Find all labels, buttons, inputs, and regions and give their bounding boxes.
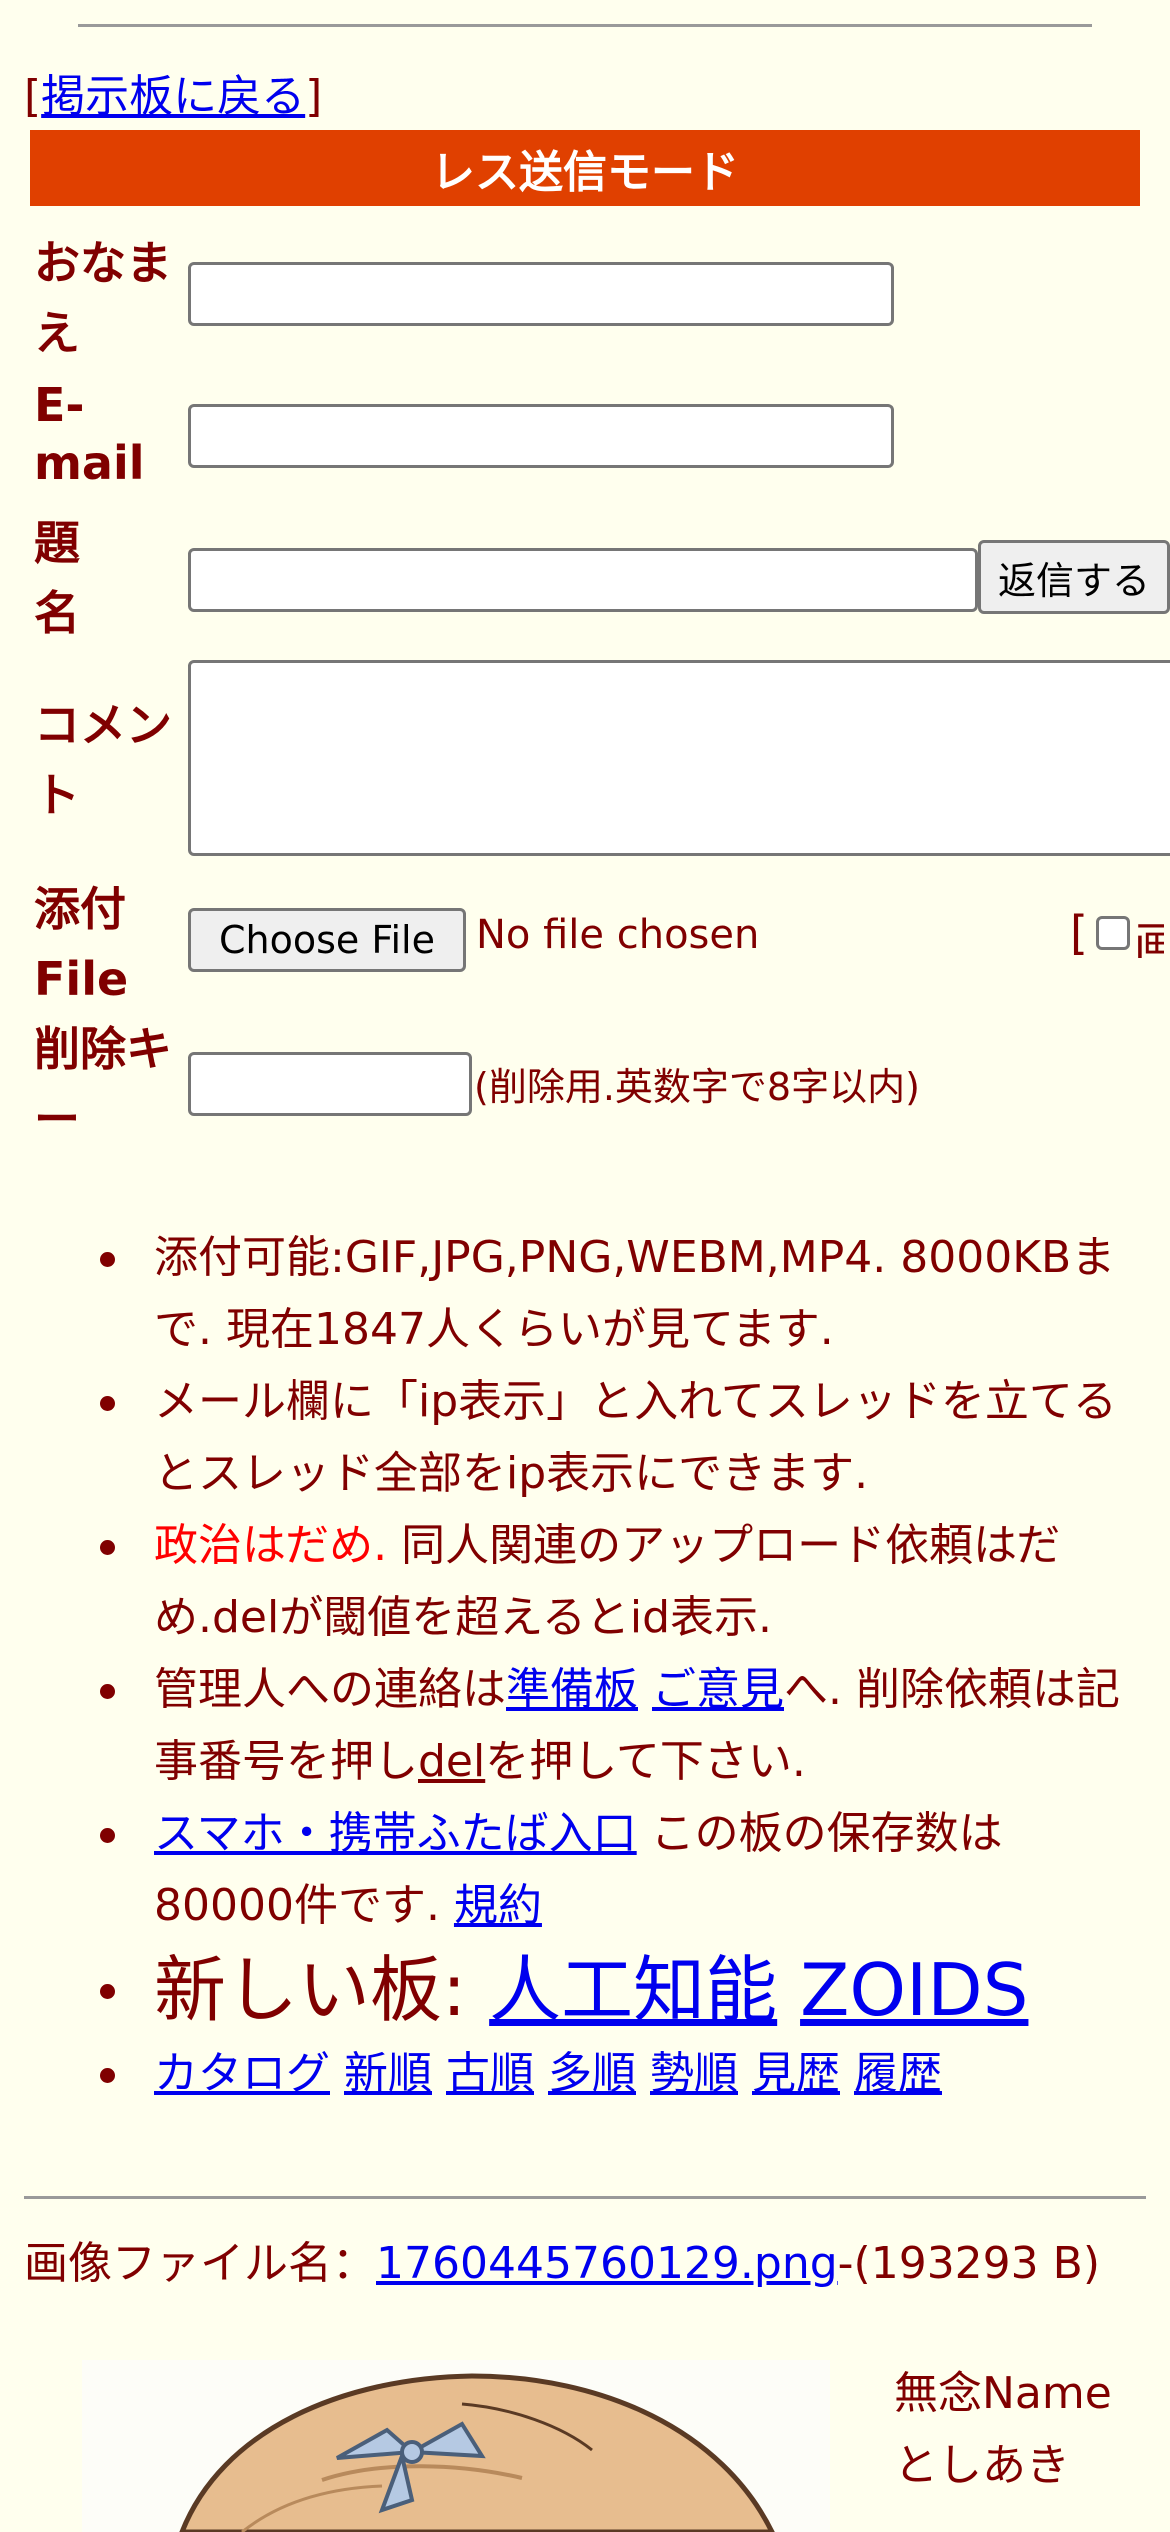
image-only-label: 画	[1133, 917, 1164, 958]
email-label: E-mail	[34, 378, 145, 490]
email-input[interactable]	[188, 404, 894, 468]
bullet-icon	[100, 1540, 115, 1555]
rule-item-attachments: 添付可能:GIF,JPG,PNG,WEBM,MP4. 8000KBまで. 現在1…	[0, 1222, 1170, 1366]
sort-newest-link[interactable]: 新順	[344, 2048, 432, 2099]
feedback-link[interactable]: ご意見	[652, 1664, 784, 1715]
post-name: 無念Name	[894, 2368, 1112, 2419]
catalog-link[interactable]: カタログ	[154, 2048, 330, 2099]
poster-name: としあき	[894, 2440, 1070, 2491]
image-file-link[interactable]: 1760445760129.png	[376, 2238, 838, 2289]
file-size: -(193293 B)	[837, 2238, 1101, 2289]
image-only-option: [ 画	[1070, 906, 1164, 960]
post-thumbnail-image[interactable]	[82, 2360, 830, 2532]
post-history-link[interactable]: 履歴	[854, 2048, 942, 2099]
rule-item-politics: 政治はだめ. 同人関連のアップロード依頼はだめ.delが閾値を超えるとid表示.	[0, 1510, 1170, 1654]
subject-label: 題名	[34, 516, 80, 640]
choose-file-button[interactable]: Choose File	[188, 908, 466, 972]
del-link[interactable]: del	[418, 1736, 485, 1787]
politics-warning: 政治はだめ.	[154, 1520, 388, 1571]
name-label: おなまえ	[34, 236, 172, 360]
terms-link[interactable]: 規約	[454, 1880, 542, 1931]
ai-board-link[interactable]: 人工知能	[489, 1948, 777, 2032]
file-label: 添付File	[34, 882, 129, 1006]
file-name-prefix: 画像ファイル名：	[24, 2238, 376, 2289]
sort-most-link[interactable]: 多順	[548, 2048, 636, 2099]
rule-text: メール欄に「ip表示」と入れてスレッドを立てるとスレッド全部をip表示にできます…	[154, 1376, 1117, 1499]
reply-submit-button[interactable]: 返信する	[978, 540, 1170, 614]
bullet-icon	[100, 1828, 115, 1843]
rule-item-contact: 管理人への連絡は準備板 ご意見へ. 削除依頼は記事番号を押しdelを押して下さい…	[0, 1654, 1170, 1798]
no-file-chosen-text: No file chosen	[476, 912, 760, 958]
zoids-board-link[interactable]: ZOIDS	[800, 1948, 1028, 2032]
image-file-info: 画像ファイル名：1760445760129.png-(193293 B)	[24, 2234, 1150, 2294]
rule-item-mobile: スマホ・携帯ふたば入口 この板の保存数は80000件です. 規約	[0, 1798, 1170, 1942]
rule-item-ip-display: メール欄に「ip表示」と入れてスレッドを立てるとスレッド全部をip表示にできます…	[0, 1366, 1170, 1510]
rule-text: 添付可能:GIF,JPG,PNG,WEBM,MP4. 8000KBまで. 現在1…	[154, 1232, 1116, 1355]
back-to-board-link[interactable]: 掲示板に戻る	[41, 71, 305, 122]
bullet-icon	[100, 1252, 115, 1267]
top-divider	[78, 24, 1092, 27]
rule-text: 管理人への連絡は	[154, 1664, 506, 1715]
delete-key-label: 削除キー	[34, 1022, 172, 1146]
bracket-close: ]	[305, 71, 323, 122]
bullet-icon	[100, 1396, 115, 1411]
delete-key-hint: (削除用.英数字で8字以内)	[474, 1065, 920, 1109]
comment-label: コメント	[34, 698, 172, 822]
delete-key-input[interactable]	[188, 1052, 472, 1116]
rule-item-new-boards: 新しい板: 人工知能 ZOIDS	[0, 1942, 1170, 2038]
bullet-icon	[100, 2068, 115, 2083]
name-input[interactable]	[188, 262, 894, 326]
board-rules-list: 添付可能:GIF,JPG,PNG,WEBM,MP4. 8000KBまで. 現在1…	[0, 1222, 1170, 2110]
new-boards-label: 新しい板:	[154, 1948, 490, 2032]
bullet-icon	[100, 1984, 115, 1999]
back-nav: [掲示板に戻る]	[24, 60, 322, 124]
rule-item-sort-nav: カタログ 新順 古順 多順 勢順 見歴 履歴	[0, 2038, 1170, 2110]
prep-board-link[interactable]: 準備板	[506, 1664, 638, 1715]
anime-character-illustration	[179, 2373, 775, 2532]
image-only-checkbox[interactable]	[1095, 916, 1130, 950]
sort-oldest-link[interactable]: 古順	[446, 2048, 534, 2099]
thread-divider	[24, 2196, 1146, 2199]
sort-momentum-link[interactable]: 勢順	[650, 2048, 738, 2099]
post-header: 無念Name としあき	[894, 2358, 1112, 2502]
view-history-link[interactable]: 見歴	[752, 2048, 840, 2099]
image-only-bracket: [	[1070, 906, 1088, 960]
bracket-open: [	[24, 71, 42, 122]
rule-text: を押して下さい.	[485, 1736, 806, 1787]
subject-input[interactable]	[188, 548, 978, 612]
bullet-icon	[100, 1684, 115, 1699]
comment-textarea[interactable]	[188, 660, 1170, 856]
mobile-entrance-link[interactable]: スマホ・携帯ふたば入口	[154, 1808, 637, 1859]
reply-mode-banner: レス送信モード	[30, 130, 1140, 206]
